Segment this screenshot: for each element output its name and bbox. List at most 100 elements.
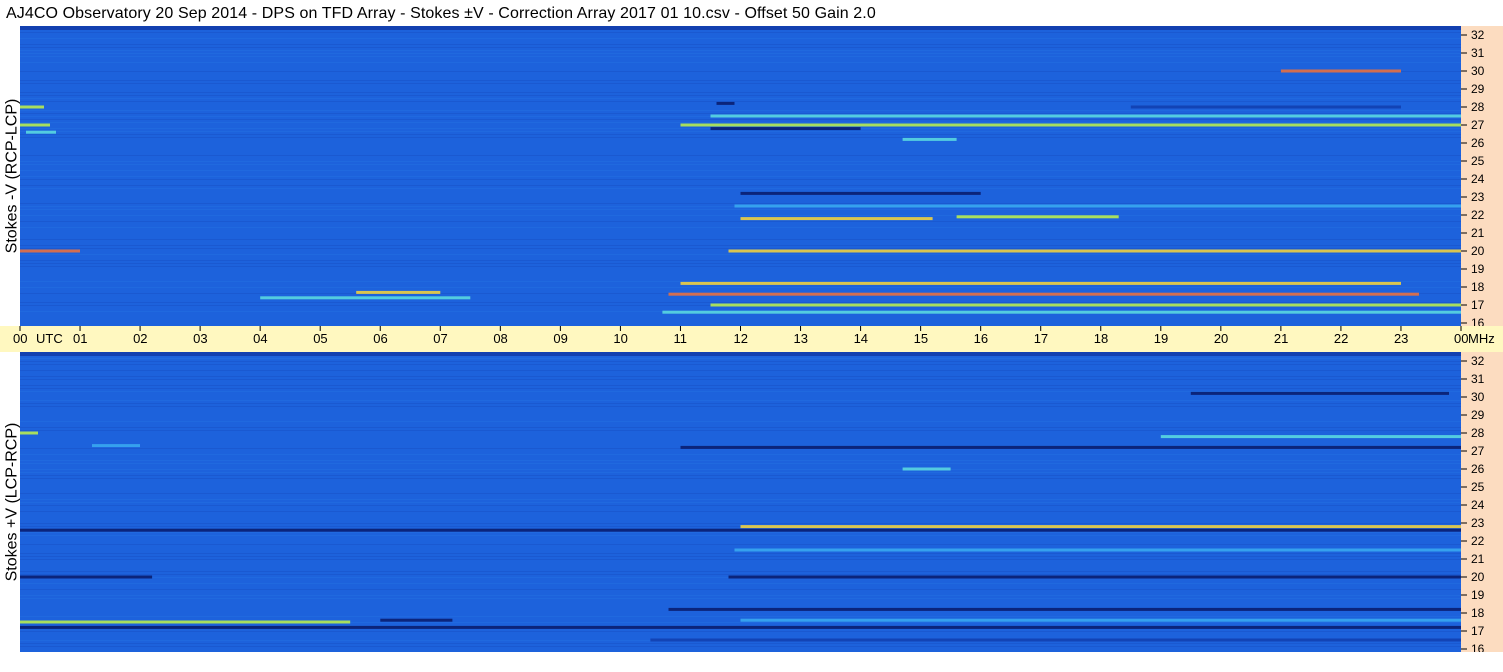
- top-panel-label-text: Stokes -V (RCP-LCP): [3, 98, 21, 254]
- time-tick-label: 15: [914, 331, 928, 346]
- heatmap-feature-7: [740, 217, 933, 221]
- heatmap-feature-13: [1190, 391, 1449, 395]
- freq-tick-label: 32: [1471, 354, 1485, 368]
- freq-tick-label: 28: [1471, 426, 1485, 440]
- heatmap-feature-1: [92, 444, 140, 448]
- time-tick-label: 18: [1094, 331, 1108, 346]
- time-axis-svg: 00 01 02 03 04 05 06 07 08 09 10 11 12 13 14 15 16 17 18 19…: [13, 326, 1495, 346]
- freq-tick-label: 22: [1471, 534, 1485, 548]
- heatmap-feature-21: [740, 191, 981, 195]
- heatmap-feature-1: [20, 123, 50, 127]
- time-tick-label: 07: [433, 331, 447, 346]
- heatmap-feature-4: [260, 296, 471, 300]
- time-tick-label: 01: [73, 331, 87, 346]
- heatmap-feature-11: [710, 303, 1461, 307]
- freq-axis-top: 32 31 30 29 28 27 26 25 24 23 22 21 20 19 18 17 16: [1461, 26, 1503, 326]
- time-tick-label: 03: [193, 331, 207, 346]
- time-tick-label: 13: [794, 331, 808, 346]
- heatmap-feature-2: [20, 620, 351, 624]
- heatmap-feature-13: [680, 123, 1461, 127]
- freq-tick-label: 17: [1471, 298, 1485, 312]
- freq-tick-label: 31: [1471, 372, 1485, 386]
- freq-unit-label: MHz: [1468, 331, 1495, 346]
- freq-tick-label: 30: [1471, 390, 1485, 404]
- time-tick-label: 05: [313, 331, 327, 346]
- time-tick-label: 14: [854, 331, 868, 346]
- freq-tick-label: 19: [1471, 588, 1485, 602]
- freq-tick-label: 24: [1471, 498, 1485, 512]
- freq-tick-label: 27: [1471, 444, 1485, 458]
- freq-axis-bottom: 32 31 30 29 28 27 26 25 24 23 22 21 20 19 18 17 16: [1461, 352, 1503, 652]
- heatmap-feature-8: [668, 607, 1461, 611]
- heatmap-feature-0: [20, 105, 44, 109]
- time-tick-label: 11: [673, 331, 687, 346]
- time-tick-label: 10: [613, 331, 627, 346]
- heatmap-feature-15: [734, 548, 1461, 552]
- time-tick-label: 02: [133, 331, 147, 346]
- heatmap-feature-14: [710, 114, 1461, 118]
- freq-tick-label: 21: [1471, 552, 1485, 566]
- time-tick-label: 17: [1034, 331, 1048, 346]
- heatmap-feature-16: [650, 638, 1461, 642]
- freq-tick-label: 18: [1471, 606, 1485, 620]
- freq-tick-label: 22: [1471, 208, 1485, 222]
- freq-tick-label: 31: [1471, 46, 1485, 60]
- freq-tick-label: 30: [1471, 64, 1485, 78]
- freq-tick-label: 18: [1471, 280, 1485, 294]
- freq-tick-label: 20: [1471, 244, 1485, 258]
- heatmap-feature-17: [1130, 105, 1401, 109]
- heatmap-feature-12: [662, 310, 1461, 314]
- time-tick-label: 00: [13, 331, 27, 346]
- heatmap-feature-7: [20, 528, 1461, 532]
- freq-tick-label: 19: [1471, 262, 1485, 276]
- chart-title: AJ4CO Observatory 20 Sep 2014 - DPS on T…: [6, 5, 876, 22]
- time-tick-label: 22: [1334, 331, 1348, 346]
- time-tick-label: 23: [1394, 331, 1408, 346]
- time-tick-label: 19: [1154, 331, 1168, 346]
- heatmap-feature-19: [716, 101, 735, 105]
- freq-tick-label: 32: [1471, 28, 1485, 42]
- freq-tick-label: 16: [1471, 316, 1485, 326]
- time-axis: 00 01 02 03 04 05 06 07 08 09 10 11 12 13 14 15 16 17 18 19…: [0, 326, 1503, 352]
- freq-tick-label: 20: [1471, 570, 1485, 584]
- heatmap-feature-0: [20, 431, 38, 435]
- freq-tick-label: 23: [1471, 516, 1485, 530]
- freq-tick-label: 28: [1471, 100, 1485, 114]
- heatmap-feature-14: [902, 467, 951, 471]
- heatmap-feature-15: [902, 137, 957, 141]
- freq-tick-label: 16: [1471, 642, 1485, 652]
- heatmap-feature-10: [668, 292, 1419, 296]
- heatmap-feature-5: [728, 575, 1461, 579]
- freq-tick-label: 17: [1471, 624, 1485, 638]
- time-tick-label: 09: [553, 331, 567, 346]
- heatmap-feature-2: [26, 130, 56, 134]
- freq-tick-label: 23: [1471, 190, 1485, 204]
- spectrogram-svg: [20, 352, 1461, 652]
- spectrogram-top: [20, 26, 1461, 326]
- freq-tick-label: 24: [1471, 172, 1485, 186]
- heatmap-feature-20: [710, 127, 861, 131]
- freq-tick-label: 21: [1471, 226, 1485, 240]
- time-tick-label: 04: [253, 331, 267, 346]
- freq-tick-label: 29: [1471, 408, 1485, 422]
- time-tick-label: 08: [493, 331, 507, 346]
- freq-tick-label: 27: [1471, 118, 1485, 132]
- heatmap-feature-3: [380, 618, 453, 622]
- spectrogram-bottom: [20, 352, 1461, 652]
- heatmap-feature-12: [1160, 435, 1461, 439]
- freq-tick-label: 25: [1471, 480, 1485, 494]
- heatmap-feature-11: [680, 445, 1461, 449]
- heatmap-feature-16: [734, 204, 1461, 208]
- freq-axis-svg: 32 31 30 29 28 27 26 25 24 23 22 21 20 19 18 17 16: [1461, 28, 1485, 326]
- time-tick-label: 06: [373, 331, 387, 346]
- time-tick-label: 16: [974, 331, 988, 346]
- freq-tick-label: 26: [1471, 136, 1485, 150]
- heatmap-feature-9: [680, 281, 1401, 285]
- freq-axis-svg: 32 31 30 29 28 27 26 25 24 23 22 21 20 19 18 17 16: [1461, 354, 1485, 652]
- freq-tick-label: 26: [1471, 462, 1485, 476]
- heatmap-feature-6: [728, 249, 1461, 253]
- time-tick-label: 12: [734, 331, 748, 346]
- heatmap-feature-4: [20, 575, 153, 579]
- heatmap-feature-5: [20, 249, 80, 253]
- heatmap-feature-6: [740, 525, 1461, 529]
